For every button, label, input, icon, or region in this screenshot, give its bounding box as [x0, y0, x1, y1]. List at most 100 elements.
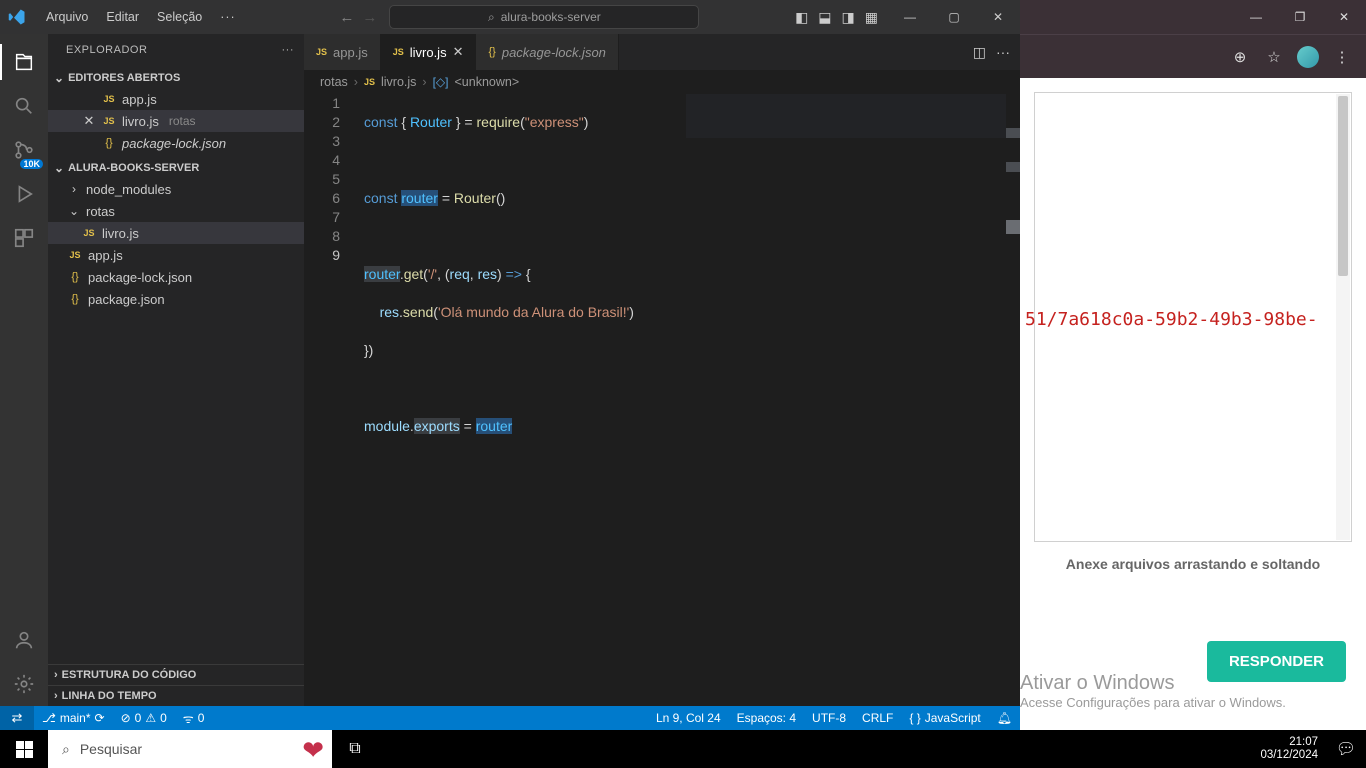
- gutter: 1 2 3 4 5 6 7 8 9: [304, 94, 356, 706]
- chevron-right-icon: ›: [54, 690, 58, 702]
- search-text: alura-books-server: [501, 10, 601, 24]
- browser-toolbar: ⊕ ☆ ⋮: [1020, 34, 1366, 78]
- file-label: package.json: [88, 292, 165, 307]
- js-icon: JS: [102, 116, 116, 126]
- activity-search-icon[interactable]: [0, 84, 48, 128]
- breadcrumb[interactable]: rotas › JS livro.js › [◇] <unknown>: [304, 70, 1020, 94]
- window-close-icon[interactable]: ✕: [1322, 0, 1366, 34]
- activity-account-icon[interactable]: [0, 618, 48, 662]
- open-editor-livrojs[interactable]: ✕JSlivro.jsrotas: [48, 110, 304, 132]
- open-editor-appjs[interactable]: JSapp.js: [48, 88, 304, 110]
- file-pkgjson[interactable]: {} package.json: [48, 288, 304, 310]
- open-editors-header[interactable]: ⌄EDITORES ABERTOS: [48, 68, 304, 88]
- project-header[interactable]: ⌄ALURA-BOOKS-SERVER: [48, 158, 304, 178]
- status-encoding[interactable]: UTF-8: [804, 711, 854, 725]
- activity-source-control-icon[interactable]: 10K: [0, 128, 48, 172]
- line-number: 1: [304, 94, 340, 113]
- js-icon: JS: [102, 94, 116, 104]
- notification-icon[interactable]: 💬︎: [1326, 730, 1366, 768]
- layout-customize-icon[interactable]: ▦: [865, 9, 878, 26]
- status-indent[interactable]: Espaços: 4: [729, 711, 804, 725]
- status-cursor[interactable]: Ln 9, Col 24: [648, 711, 729, 725]
- file-label: package-lock.json: [88, 270, 192, 285]
- window-maximize-icon[interactable]: ▢: [932, 0, 976, 34]
- tab-label: app.js: [333, 45, 368, 60]
- browser-menu-icon[interactable]: ⋮: [1328, 43, 1356, 71]
- window-minimize-icon[interactable]: ―: [888, 0, 932, 34]
- window-close-icon[interactable]: ✕: [976, 0, 1020, 34]
- status-bell-icon[interactable]: 🔔︎: [989, 711, 1020, 725]
- sync-icon[interactable]: ⟳: [95, 711, 105, 725]
- menu-selecao[interactable]: Seleção: [149, 6, 210, 28]
- timeline-header[interactable]: ›LINHA DO TEMPO: [48, 685, 304, 706]
- breadcrumb-segment[interactable]: livro.js: [381, 75, 416, 89]
- overview-ruler[interactable]: [1006, 94, 1020, 706]
- answer-textarea[interactable]: 51/7a618c0a-59b2-49b3-98be-: [1034, 92, 1352, 542]
- activity-settings-icon[interactable]: [0, 662, 48, 706]
- window-restore-icon[interactable]: ❐: [1278, 0, 1322, 34]
- js-icon: JS: [82, 228, 96, 238]
- status-bar: ⇄ ⎇main*⟳ ⊘0⚠0 ᯤ0 Ln 9, Col 24 Espaços: …: [0, 706, 1020, 730]
- open-editor-pkglock[interactable]: {}package-lock.json: [48, 132, 304, 154]
- status-problems[interactable]: ⊘0⚠0: [113, 711, 175, 725]
- layout-sidebar-left-icon[interactable]: ◧: [795, 9, 808, 26]
- explorer-title-text: EXPLORADOR: [66, 44, 147, 56]
- remote-button[interactable]: ⇄: [0, 706, 34, 730]
- line-number: 4: [304, 151, 340, 170]
- menu-more[interactable]: ···: [212, 6, 244, 28]
- minimap[interactable]: [686, 94, 1006, 138]
- code-content[interactable]: const { Router } = require("express") co…: [356, 94, 1020, 706]
- tab-pkglock[interactable]: {}package-lock.json: [476, 34, 618, 70]
- zoom-icon[interactable]: ⊕: [1226, 43, 1254, 71]
- tab-label: package-lock.json: [502, 45, 606, 60]
- layout-panel-icon[interactable]: ⬓: [818, 9, 831, 26]
- tab-livrojs[interactable]: JSlivro.js✕: [381, 34, 477, 70]
- file-pkglock[interactable]: {}package-lock.json: [48, 266, 304, 288]
- status-branch[interactable]: ⎇main*⟳: [34, 711, 113, 725]
- taskbar-search[interactable]: ⌕ Pesquisar ❤: [48, 730, 332, 768]
- activity-debug-icon[interactable]: [0, 172, 48, 216]
- close-icon[interactable]: ✕: [82, 113, 96, 129]
- folder-rotas[interactable]: ⌄rotas: [48, 200, 304, 222]
- command-center-search[interactable]: ⌕ alura-books-server: [389, 5, 699, 29]
- file-label: livro.js: [102, 226, 139, 241]
- search-icon: ⌕: [62, 741, 70, 758]
- nav-forward-icon[interactable]: →: [362, 9, 377, 26]
- menu-arquivo[interactable]: Arquivo: [38, 6, 96, 28]
- folder-node-modules[interactable]: ›node_modules: [48, 178, 304, 200]
- scrollbar[interactable]: [1336, 94, 1350, 540]
- nav-back-icon[interactable]: ←: [339, 9, 354, 26]
- breadcrumb-segment[interactable]: rotas: [320, 75, 348, 89]
- activity-extensions-icon[interactable]: [0, 216, 48, 260]
- chevron-right-icon: ›: [422, 75, 426, 89]
- status-language[interactable]: { }JavaScript: [901, 711, 988, 725]
- file-appjs[interactable]: JSapp.js: [48, 244, 304, 266]
- braces-icon: { }: [909, 711, 920, 725]
- status-eol[interactable]: CRLF: [854, 711, 901, 725]
- task-view-icon[interactable]: ⧉: [332, 730, 378, 768]
- status-ports[interactable]: ᯤ0: [175, 710, 213, 727]
- browser-content: 51/7a618c0a-59b2-49b3-98be- Anexe arquiv…: [1020, 78, 1366, 730]
- start-button[interactable]: [0, 730, 48, 768]
- file-livrojs[interactable]: JS livro.js: [48, 222, 304, 244]
- js-icon: JS: [364, 77, 375, 87]
- json-icon: {}: [68, 293, 82, 305]
- activate-title: Ativar o Windows: [1020, 672, 1286, 695]
- bookmark-star-icon[interactable]: ☆: [1260, 43, 1288, 71]
- code-editor[interactable]: 1 2 3 4 5 6 7 8 9 const { Router } = req…: [304, 94, 1020, 706]
- outline-header[interactable]: ›ESTRUTURA DO CÓDIGO: [48, 664, 304, 685]
- breadcrumb-segment[interactable]: <unknown>: [454, 75, 519, 89]
- menu-editar[interactable]: Editar: [98, 6, 147, 28]
- profile-avatar[interactable]: [1294, 43, 1322, 71]
- tab-close-icon[interactable]: ✕: [453, 44, 464, 60]
- scrollbar-thumb[interactable]: [1338, 96, 1348, 276]
- tab-more-icon[interactable]: ···: [996, 44, 1010, 60]
- tab-appjs[interactable]: JSapp.js: [304, 34, 381, 70]
- taskbar-clock[interactable]: 21:07 03/12/2024: [1252, 736, 1326, 762]
- split-editor-icon[interactable]: ◫: [973, 44, 986, 61]
- explorer-more-icon[interactable]: ···: [282, 44, 295, 56]
- chevron-right-icon: ›: [354, 75, 358, 89]
- window-minimize-icon[interactable]: ―: [1234, 0, 1278, 34]
- layout-sidebar-right-icon[interactable]: ◨: [842, 9, 855, 26]
- activity-explorer-icon[interactable]: [0, 40, 48, 84]
